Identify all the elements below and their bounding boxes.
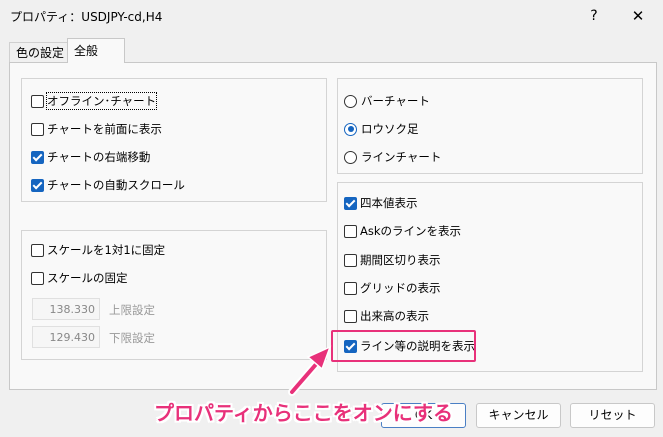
annotation-arrow-icon	[288, 345, 332, 396]
tab-general[interactable]: 全般	[67, 38, 125, 63]
annotation-text: プロパティからここをオンにする	[154, 401, 453, 425]
